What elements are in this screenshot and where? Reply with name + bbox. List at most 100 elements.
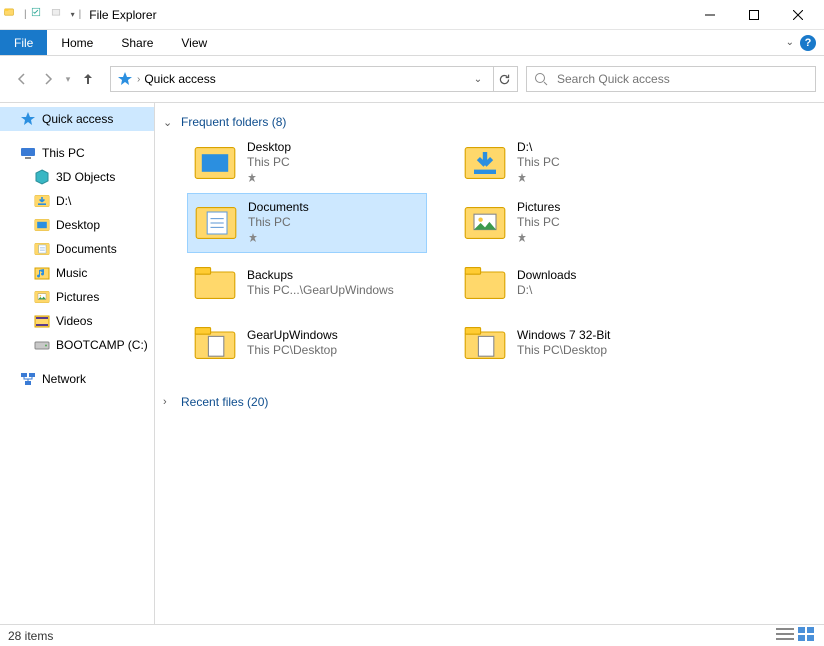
- ribbon-tab-share[interactable]: Share: [107, 30, 167, 55]
- chevron-down-icon: ⌄: [163, 116, 175, 129]
- tile-location: This PC: [248, 215, 309, 230]
- tree-label: 3D Objects: [56, 170, 115, 184]
- tree-network[interactable]: Network: [0, 367, 154, 391]
- refresh-button[interactable]: [493, 67, 515, 91]
- folder-tile[interactable]: Windows 7 32-BitThis PC\Desktop: [457, 313, 697, 373]
- ribbon-tab-file[interactable]: File: [0, 30, 47, 55]
- folder-icon: [193, 261, 237, 305]
- quick-access-star-icon: [20, 111, 36, 127]
- group-label: Recent files (20): [181, 395, 268, 409]
- downloads-icon: [463, 141, 507, 185]
- breadcrumb-sep: ›: [137, 74, 140, 85]
- qat-newfolder-icon[interactable]: [51, 7, 67, 23]
- folder-tile[interactable]: DesktopThis PC: [187, 133, 427, 193]
- tile-name: Windows 7 32-Bit: [517, 328, 610, 343]
- desktop-icon: [193, 141, 237, 185]
- tree-label: This PC: [42, 146, 85, 160]
- tree-item[interactable]: D:\: [0, 189, 154, 213]
- view-tiles-button[interactable]: [798, 627, 816, 644]
- tile-name: Desktop: [247, 140, 291, 155]
- address-dropdown[interactable]: ⌄: [467, 67, 489, 91]
- pin-icon: [517, 232, 560, 247]
- tile-name: Backups: [247, 268, 394, 283]
- tile-location: This PC\Desktop: [247, 343, 338, 358]
- close-button[interactable]: [776, 1, 820, 29]
- folder-tile[interactable]: DownloadsD:\: [457, 253, 697, 313]
- this-pc-icon: [20, 145, 36, 161]
- tree-label: BOOTCAMP (C:): [56, 338, 148, 352]
- tree-item[interactable]: Desktop: [0, 213, 154, 237]
- network-icon: [20, 371, 36, 387]
- tile-name: Downloads: [517, 268, 576, 283]
- ribbon-tab-home[interactable]: Home: [47, 30, 107, 55]
- nav-up-button[interactable]: [76, 67, 100, 91]
- tree-item[interactable]: Documents: [0, 237, 154, 261]
- chevron-right-icon: ›: [163, 396, 175, 408]
- qat-properties-icon[interactable]: [31, 7, 47, 23]
- videos-icon: [34, 313, 50, 329]
- folder-icon: [463, 261, 507, 305]
- quick-access-star-icon: [117, 71, 133, 87]
- tree-item[interactable]: Pictures: [0, 285, 154, 309]
- qat-separator: |: [24, 9, 27, 20]
- ribbon-collapse-icon[interactable]: ⌄: [786, 37, 794, 48]
- group-label: Frequent folders (8): [181, 115, 286, 129]
- tile-name: Pictures: [517, 200, 560, 215]
- content-pane: ⌄ Frequent folders (8) DesktopThis PCD:\…: [155, 103, 824, 624]
- folder-file-icon: [193, 321, 237, 365]
- explorer-app-icon: [4, 7, 20, 23]
- tree-item[interactable]: Videos: [0, 309, 154, 333]
- tile-location: This PC\Desktop: [517, 343, 610, 358]
- pin-icon: [248, 232, 309, 247]
- window-title: File Explorer: [89, 8, 156, 22]
- tile-name: Documents: [248, 200, 309, 215]
- tile-name: D:\: [517, 140, 560, 155]
- nav-back-button[interactable]: [10, 67, 34, 91]
- tree-label: Quick access: [42, 112, 113, 126]
- tree-label: Desktop: [56, 218, 100, 232]
- group-frequent-folders[interactable]: ⌄ Frequent folders (8): [163, 115, 812, 129]
- tree-label: Network: [42, 372, 86, 386]
- tile-location: This PC: [517, 215, 560, 230]
- folder-tile[interactable]: D:\This PC: [457, 133, 697, 193]
- tile-location: This PC...\GearUpWindows: [247, 283, 394, 298]
- music-icon: [34, 265, 50, 281]
- pin-icon: [517, 172, 560, 187]
- nav-forward-button[interactable]: [36, 67, 60, 91]
- nav-recent-dropdown[interactable]: ▾: [62, 67, 74, 91]
- downloads-icon: [34, 193, 50, 209]
- tile-location: D:\: [517, 283, 576, 298]
- qat-dropdown-icon[interactable]: ▾: [71, 10, 75, 19]
- folder-tile[interactable]: PicturesThis PC: [457, 193, 697, 253]
- pin-icon: [247, 172, 291, 187]
- tree-label: Documents: [56, 242, 117, 256]
- tile-location: This PC: [247, 155, 291, 170]
- group-recent-files[interactable]: › Recent files (20): [163, 395, 812, 409]
- maximize-button[interactable]: [732, 1, 776, 29]
- tree-quick-access[interactable]: Quick access: [0, 107, 154, 131]
- minimize-button[interactable]: [688, 1, 732, 29]
- folder-tile[interactable]: GearUpWindowsThis PC\Desktop: [187, 313, 427, 373]
- tree-item[interactable]: BOOTCAMP (C:): [0, 333, 154, 357]
- breadcrumb-quick-access[interactable]: Quick access: [144, 72, 215, 86]
- desktop-icon: [34, 217, 50, 233]
- documents-icon: [34, 241, 50, 257]
- folder-tile[interactable]: DocumentsThis PC: [187, 193, 427, 253]
- tree-item[interactable]: 3D Objects: [0, 165, 154, 189]
- search-input[interactable]: [555, 71, 809, 87]
- ribbon-tab-view[interactable]: View: [167, 30, 221, 55]
- address-bar[interactable]: › Quick access ⌄: [110, 66, 518, 92]
- view-details-button[interactable]: [776, 627, 794, 644]
- help-icon[interactable]: ?: [800, 35, 816, 51]
- pictures-icon: [34, 289, 50, 305]
- nav-tree: Quick access This PC 3D Objects D:\ Deskto…: [0, 103, 155, 624]
- qat-separator-2: |: [79, 9, 82, 20]
- tile-location: This PC: [517, 155, 560, 170]
- tree-item[interactable]: Music: [0, 261, 154, 285]
- tree-this-pc[interactable]: This PC: [0, 141, 154, 165]
- search-box[interactable]: [526, 66, 816, 92]
- search-icon: [533, 71, 549, 87]
- status-item-count: 28 items: [8, 629, 53, 643]
- folder-tile[interactable]: BackupsThis PC...\GearUpWindows: [187, 253, 427, 313]
- pictures-icon: [463, 201, 507, 245]
